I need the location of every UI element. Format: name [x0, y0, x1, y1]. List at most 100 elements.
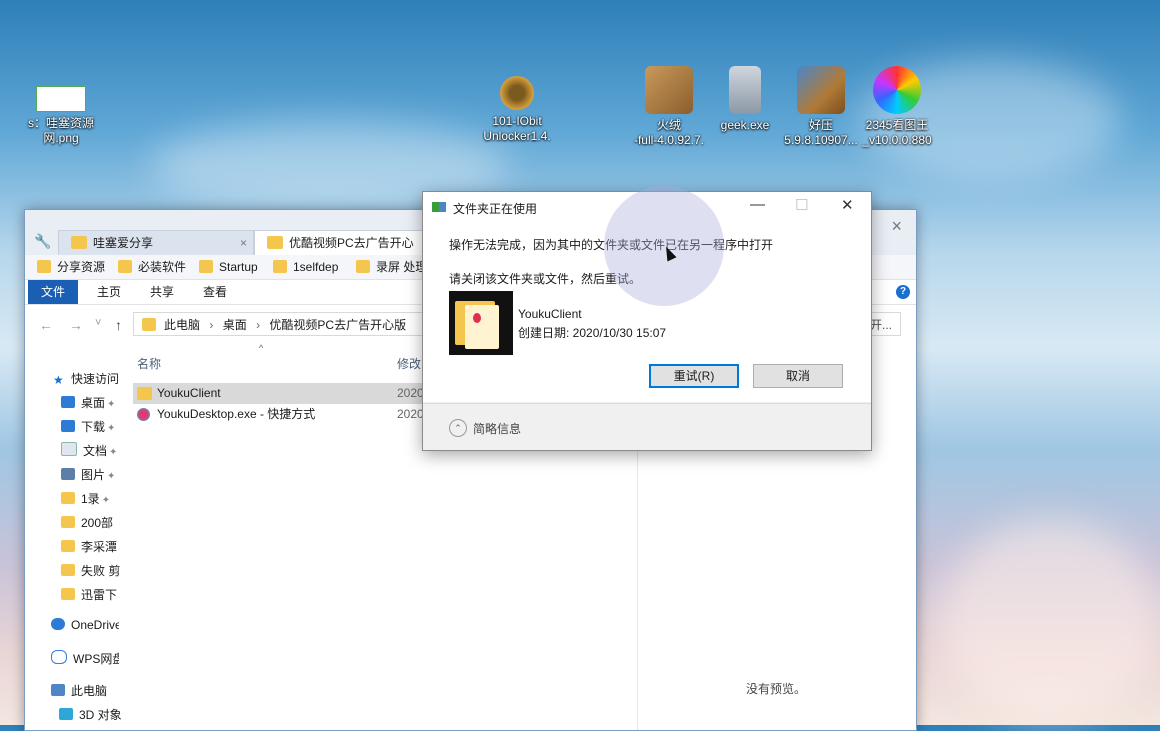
- desktop-icon-label: Unlocker1.4.: [483, 129, 551, 143]
- document-icon: [61, 442, 77, 456]
- sidebar-item-documents[interactable]: 文档 ✦: [61, 442, 129, 459]
- folder-icon: [37, 260, 51, 273]
- folder-thumbnail-icon: [449, 291, 513, 355]
- breadcrumb-desktop[interactable]: 桌面: [223, 318, 247, 332]
- bookmark-label: Startup: [219, 260, 258, 274]
- forward-arrow-icon[interactable]: →: [69, 317, 83, 333]
- file-name: YoukuDesktop.exe - 快捷方式: [157, 407, 316, 421]
- sidebar-item-quick-access[interactable]: ★ 快速访问: [53, 370, 121, 387]
- desktop-icon-iobit-unlocker[interactable]: 101-IObit Unlocker1.4.: [472, 66, 562, 144]
- desktop-icon-label: 2345看图王: [865, 118, 929, 132]
- breadcrumb-youku[interactable]: 优酷视频PC去广告开心版: [269, 318, 406, 332]
- file-date: 2020: [397, 386, 424, 400]
- brief-info-toggle[interactable]: 简略信息: [473, 420, 521, 437]
- up-arrow-icon[interactable]: ↑: [115, 317, 122, 333]
- folder-icon: [118, 260, 132, 273]
- bookmark-item[interactable]: 分享资源: [37, 258, 105, 276]
- tab-youku-folder[interactable]: 优酷视频PC去广告开心版: [254, 230, 424, 275]
- recent-dropdown-icon[interactable]: ˅: [95, 317, 101, 329]
- sidebar-item-folder[interactable]: 1录 ✦: [61, 490, 129, 507]
- folder-transfer-icon: [432, 202, 446, 212]
- desktop-icon-image-file[interactable]: s：哇塞资源 网.png: [16, 86, 106, 146]
- ribbon-tab-share[interactable]: 共享: [150, 280, 174, 304]
- folder-icon: [61, 492, 75, 504]
- ribbon-tab-home[interactable]: 主页: [97, 280, 121, 304]
- sidebar-label: 李采潭: [81, 540, 118, 554]
- dialog-close-button[interactable]: ✕: [841, 196, 854, 214]
- desktop-icon-label: 101-IObit: [492, 114, 542, 128]
- sidebar-item-this-pc[interactable]: 此电脑: [51, 682, 119, 699]
- folder-icon: [142, 318, 156, 331]
- breadcrumb-separator: ›: [256, 318, 261, 332]
- shortcut-icon: [137, 408, 150, 421]
- chevron-up-icon[interactable]: ⌃: [449, 419, 467, 437]
- sidebar-label: 失败 剪: [81, 564, 121, 578]
- minimize-button[interactable]: —: [750, 196, 765, 213]
- sidebar-label: 桌面: [81, 396, 106, 410]
- retry-button[interactable]: 重试(R): [649, 364, 739, 388]
- ribbon-tab-file[interactable]: 文件: [28, 280, 79, 304]
- help-icon[interactable]: ?: [896, 285, 910, 299]
- desktop-icon-label: -full-4.0.92.7.: [633, 133, 705, 147]
- desktop-icon: [61, 396, 75, 408]
- back-arrow-icon[interactable]: ←: [39, 317, 53, 333]
- bookmark-item[interactable]: Startup: [199, 258, 258, 276]
- star-icon: ★: [53, 373, 64, 387]
- sidebar-item-pictures[interactable]: 图片 ✦: [61, 466, 129, 483]
- desktop-icon-label: s：哇塞资源: [27, 116, 94, 130]
- package-box-icon: [645, 66, 693, 114]
- tab-label: 哇塞爱分享: [93, 236, 154, 250]
- sidebar-item-3d-objects[interactable]: 3D 对象: [59, 706, 127, 723]
- pin-icon: ✦: [107, 423, 116, 434]
- sidebar-item-folder[interactable]: 李采潭: [61, 538, 129, 555]
- folder-icon: [71, 236, 87, 249]
- sidebar-item-downloads[interactable]: 下载 ✦: [61, 418, 129, 435]
- sidebar-item-folder[interactable]: 失败 剪: [61, 562, 129, 579]
- folder-in-use-dialog: 文件夹正在使用 — ☐ ✕ 操作无法完成，因为其中的文件夹或文件已在另一程序中打…: [422, 191, 872, 451]
- column-header-name[interactable]: 名称: [137, 355, 161, 372]
- sidebar-item-desktop[interactable]: 桌面 ✦: [61, 394, 129, 411]
- address-bar[interactable]: 此电脑 › 桌面 › 优酷视频PC去广告开心版: [133, 312, 433, 336]
- desktop-icon-label: 网.png: [43, 131, 79, 145]
- folder-icon: [356, 260, 370, 273]
- sort-chevron-icon: ^: [259, 343, 264, 353]
- breadcrumb-this-pc[interactable]: 此电脑: [164, 318, 200, 332]
- error-message: 操作无法完成，因为其中的文件夹或文件已在另一程序中打开: [449, 238, 774, 252]
- sidebar-label: WPS网盘: [73, 652, 119, 666]
- trash-can-icon: [729, 66, 761, 114]
- folder-icon: [61, 540, 75, 552]
- bookmark-item[interactable]: 录屏 处理: [356, 258, 427, 276]
- desktop-icon-2345-viewer[interactable]: 2345看图王 _v10.0.0.880: [852, 66, 942, 148]
- bookmark-label: 1selfdep: [293, 260, 339, 274]
- window-close-icon[interactable]: ×: [891, 216, 902, 237]
- tab-close-icon[interactable]: ×: [240, 231, 247, 256]
- sidebar-item-folder[interactable]: 迅雷下: [61, 586, 129, 603]
- ribbon-tab-view[interactable]: 查看: [203, 280, 227, 304]
- sidebar-label: 图片: [81, 468, 106, 482]
- sidebar-label: 此电脑: [71, 684, 108, 698]
- sidebar-item-wps-drive[interactable]: WPS网盘: [51, 650, 119, 667]
- wrench-icon[interactable]: 🔧: [34, 233, 51, 250]
- folder-icon: [273, 260, 287, 273]
- dialog-title-bar: 文件夹正在使用 — ☐ ✕: [423, 192, 871, 222]
- archive-box-icon: [797, 66, 845, 114]
- bookmark-item[interactable]: 必装软件: [118, 258, 186, 276]
- item-created-date: 创建日期: 2020/10/30 15:07: [518, 326, 667, 340]
- sidebar-label: 下载: [81, 420, 106, 434]
- cube-icon: [59, 708, 73, 720]
- folder-icon: [137, 387, 152, 400]
- sidebar-item-onedrive[interactable]: OneDrive: [51, 618, 119, 632]
- sidebar-item-folder[interactable]: 200部: [61, 514, 129, 531]
- maximize-button: ☐: [795, 197, 809, 214]
- no-preview-text: 没有预览。: [746, 682, 807, 696]
- bookmark-item[interactable]: 1selfdep: [273, 258, 338, 276]
- folder-icon: [61, 588, 75, 600]
- navigation-pane: ★ 快速访问 桌面 ✦ 下载 ✦ 文档 ✦ 图片 ✦ 1录 ✦ 200部 李采潭 失败 剪 …: [25, 365, 122, 730]
- sidebar-label: OneDrive: [71, 618, 119, 632]
- desktop-icon-label: _v10.0.0.880: [862, 133, 932, 147]
- image-file-icon: [36, 86, 86, 112]
- cancel-button[interactable]: 取消: [753, 364, 843, 388]
- tab-wasai-share[interactable]: 哇塞爱分享 ×: [58, 230, 254, 255]
- sidebar-label: 3D 对象: [79, 708, 122, 722]
- cloud-icon: [51, 650, 67, 664]
